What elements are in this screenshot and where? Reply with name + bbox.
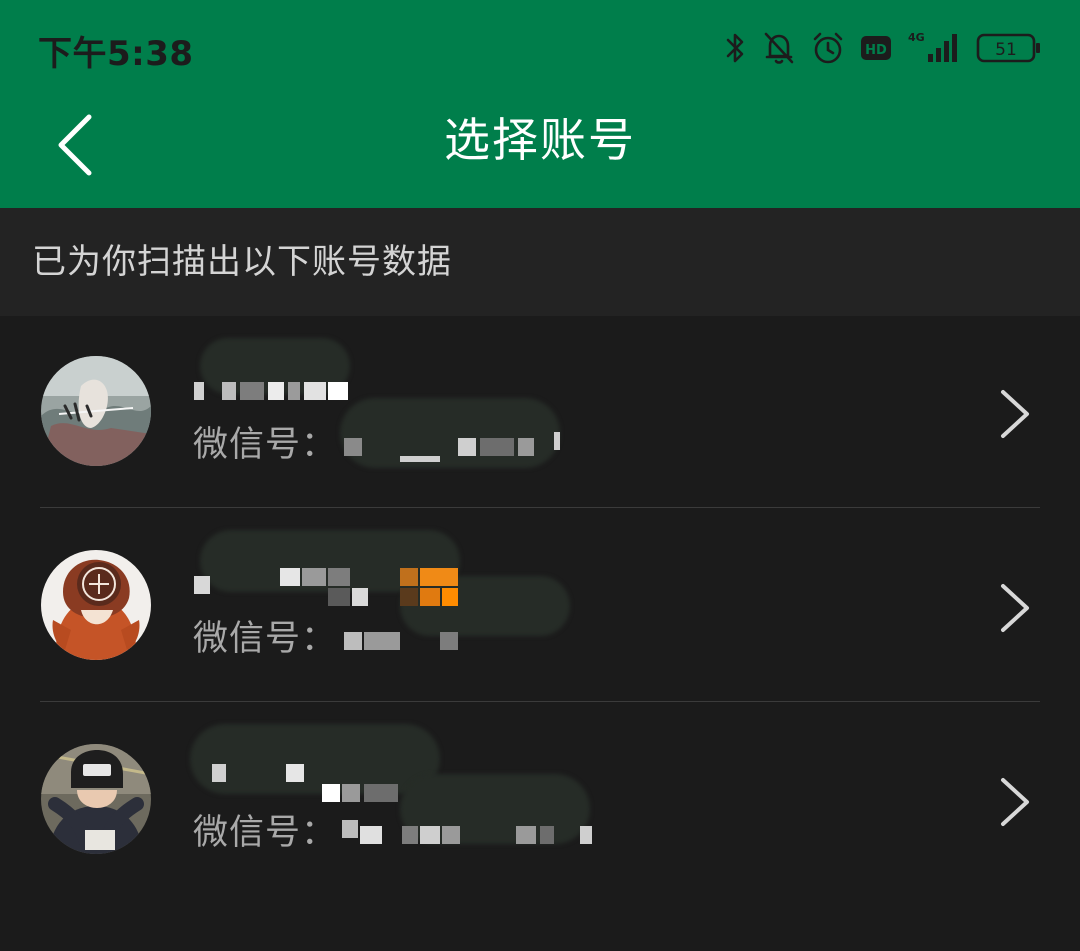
avatar [41, 356, 151, 466]
wechat-id-label: 微信号： [193, 813, 338, 853]
scan-result-text: 已为你扫描出以下账号数据 [32, 242, 452, 282]
row-divider [40, 507, 1040, 508]
wechat-id-redacted [340, 814, 600, 848]
wechat-id-redacted [340, 426, 600, 462]
page-title: 选择账号 [444, 113, 636, 167]
chevron-left-icon [55, 113, 95, 181]
bell-muted-icon [762, 30, 796, 66]
status-bar: 下午5:38 HD 4G 51 [0, 0, 1080, 95]
chevron-right-icon [995, 776, 1035, 828]
account-row-3[interactable]: 微信号： [0, 704, 1080, 897]
svg-text:HD: HD [865, 43, 887, 58]
account-row-2[interactable]: 微信号： [0, 510, 1080, 703]
wechat-id-label: 微信号： [193, 619, 338, 659]
scan-result-header: 已为你扫描出以下账号数据 [0, 208, 1080, 316]
row-divider [40, 701, 1040, 702]
account-name-redacted [192, 756, 572, 802]
svg-text:51: 51 [995, 40, 1017, 60]
account-name-redacted [192, 562, 572, 606]
account-name-redacted [192, 368, 572, 408]
avatar [41, 550, 151, 660]
back-button[interactable] [40, 105, 110, 189]
status-icons: HD 4G 51 [724, 28, 1042, 68]
hd-icon: HD [860, 34, 892, 62]
nav-bar: 选择账号 [0, 95, 1080, 208]
alarm-icon [810, 30, 846, 66]
svg-text:4G: 4G [908, 31, 925, 44]
account-row-1[interactable]: 微信号： [0, 316, 1080, 509]
bluetooth-icon [724, 30, 748, 66]
wechat-id-redacted [340, 620, 600, 654]
4g-signal-icon: 4G [906, 30, 962, 66]
wechat-id-label: 微信号： [193, 425, 338, 465]
battery-icon: 51 [976, 32, 1042, 64]
top-app-bar: 下午5:38 HD 4G 51 选择账号 [0, 0, 1080, 208]
chevron-right-icon [995, 582, 1035, 634]
avatar [41, 744, 151, 854]
chevron-right-icon [995, 388, 1035, 440]
status-time: 下午5:38 [38, 34, 194, 74]
